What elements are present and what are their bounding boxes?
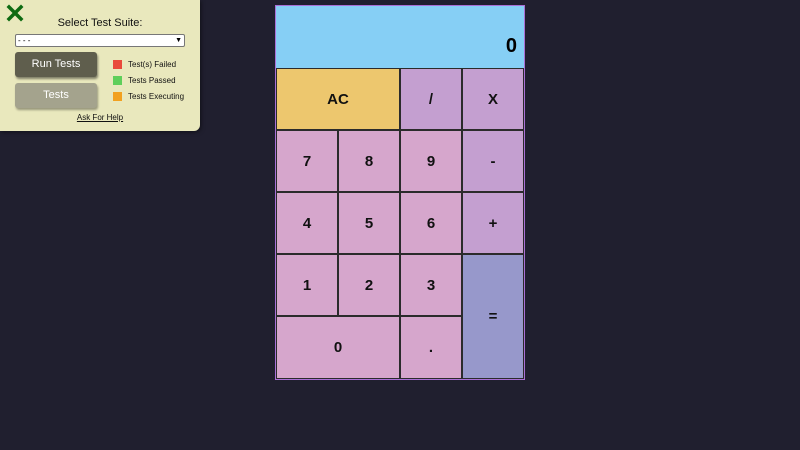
legend-label: Tests Passed [128, 75, 176, 85]
executing-swatch-icon [113, 91, 122, 101]
legend-item-executing: Tests Executing [113, 88, 184, 104]
calculator: 0 AC / X 7 8 9 - 4 5 6 + 1 2 3 = 0 . [275, 5, 525, 380]
decimal-button[interactable]: . [400, 316, 462, 379]
panel-title: Select Test Suite: [57, 17, 143, 29]
legend-item-failed: Test(s) Failed [113, 56, 184, 72]
nine-button[interactable]: 9 [400, 130, 462, 192]
legend-label: Tests Executing [128, 91, 185, 101]
six-button[interactable]: 6 [400, 192, 462, 254]
tests-button[interactable]: Tests [15, 83, 97, 108]
test-legend: Test(s) Failed Tests Passed Tests Execut… [113, 56, 184, 104]
seven-button[interactable]: 7 [276, 130, 338, 192]
run-tests-button[interactable]: Run Tests [15, 52, 97, 77]
test-suite-select[interactable]: - - - ▼ [15, 34, 185, 47]
ask-for-help-link[interactable]: Ask For Help [0, 113, 200, 122]
five-button[interactable]: 5 [338, 192, 400, 254]
test-suite-panel: Select Test Suite: - - - ▼ Run Tests Tes… [0, 0, 200, 131]
legend-item-passed: Tests Passed [113, 72, 184, 88]
clear-button[interactable]: AC [276, 68, 400, 130]
three-button[interactable]: 3 [400, 254, 462, 316]
eight-button[interactable]: 8 [338, 130, 400, 192]
legend-label: Test(s) Failed [128, 59, 177, 69]
display-value: 0 [505, 35, 517, 57]
passed-swatch-icon [113, 75, 122, 85]
divide-button[interactable]: / [400, 68, 462, 130]
subtract-button[interactable]: - [462, 130, 524, 192]
one-button[interactable]: 1 [276, 254, 338, 316]
four-button[interactable]: 4 [276, 192, 338, 254]
test-suite-select-value: - - - [18, 36, 31, 45]
failed-swatch-icon [113, 59, 122, 69]
calculator-display: 0 [276, 6, 524, 68]
equals-button[interactable]: = [462, 254, 524, 379]
multiply-button[interactable]: X [462, 68, 524, 130]
two-button[interactable]: 2 [338, 254, 400, 316]
add-button[interactable]: + [462, 192, 524, 254]
zero-button[interactable]: 0 [276, 316, 400, 379]
chevron-down-icon: ▼ [175, 37, 182, 44]
